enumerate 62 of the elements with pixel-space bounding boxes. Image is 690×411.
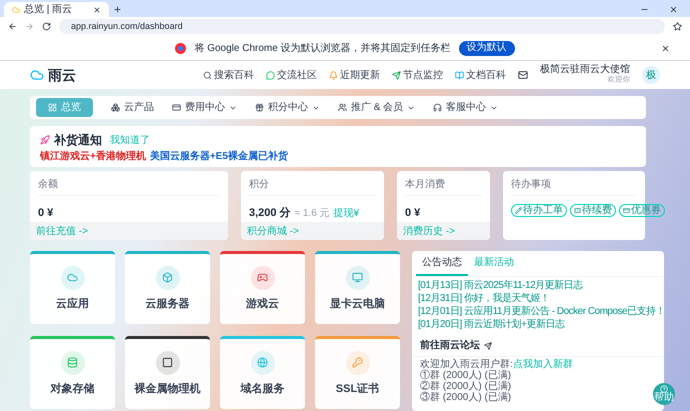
back-icon[interactable]	[8, 22, 17, 31]
nav-tab[interactable]: 推广 & 会员	[338, 98, 416, 118]
chrome-logo-icon	[175, 42, 186, 54]
forward-icon[interactable]	[25, 22, 34, 31]
close-icon[interactable]	[93, 6, 101, 14]
stat-value: 0 ¥	[405, 206, 420, 221]
bookmark-star-icon[interactable]	[673, 22, 682, 31]
group-info: ②群 (2000人) (已满)	[420, 381, 512, 392]
help-icon	[660, 385, 668, 393]
panel-tab[interactable]: 公告动态	[416, 251, 468, 276]
announcement-link[interactable]: [12月01日] 云应用11月更新公告 - Docker Compose已支持！	[418, 306, 666, 318]
todo-button[interactable]: 待续费	[570, 204, 616, 217]
nav-tab[interactable]: 费用中心	[172, 98, 237, 118]
announcement-link[interactable]: [12月31日] 你好，我是天气姬！	[418, 293, 550, 305]
logo-icon	[30, 68, 44, 82]
header-link[interactable]: 节点监控	[392, 68, 443, 82]
notice-text: 镇江游戏云+香港物理机 美国云服务器+E5裸金属已补货	[40, 149, 289, 164]
reload-icon[interactable]	[42, 22, 51, 31]
announcement-link[interactable]: [01月20日] 雨云近期计划+更新日志	[418, 319, 564, 331]
product-tile[interactable]: 裸金属物理机	[125, 336, 210, 409]
announcement-link[interactable]: [01月13日] 雨云2025年11-12月更新日志	[418, 280, 583, 292]
todo-button[interactable]: 待办工单	[511, 204, 567, 217]
site-logo[interactable]: 雨云	[48, 64, 76, 86]
product-tile[interactable]: 云服务器	[125, 251, 210, 324]
stat-note: ≈ 1.6 元	[294, 206, 330, 221]
send-icon	[484, 342, 492, 350]
header-link[interactable]: 搜索百科	[203, 68, 254, 82]
nav-tab[interactable]: 积分中心	[255, 98, 320, 118]
product-tile[interactable]: 显卡云电脑	[315, 251, 400, 324]
forum-title: 前往雨云论坛	[420, 338, 480, 353]
header-link[interactable]: 文档百科	[455, 68, 506, 82]
forum-intro: 欢迎加入雨云用户群:	[420, 359, 513, 370]
stat-title: 本月消费	[405, 170, 482, 196]
notice-title: 补货通知	[54, 132, 102, 150]
group-info: ①群 (2000人) (已满)	[420, 370, 512, 381]
group-info: ③群 (2000人) (已满)	[420, 392, 512, 403]
infobar-text: 将 Google Chrome 设为默认浏览器，并将其固定到任务栏	[194, 42, 451, 56]
stat-value: 0 ¥	[38, 206, 54, 221]
stat-title: 积分	[249, 170, 376, 196]
address-field[interactable]: app.rainyun.com/dashboard	[59, 19, 665, 34]
rocket-icon	[40, 135, 50, 146]
product-tile[interactable]: SSL证书	[315, 336, 400, 409]
close-icon[interactable]	[661, 44, 670, 52]
favicon-icon	[12, 6, 20, 14]
nav-tab[interactable]: 客服中心	[433, 98, 498, 118]
todo-title: 待办事项	[511, 170, 637, 196]
nav-tab[interactable]: 云产品	[111, 98, 154, 118]
tab-title: 总览 | 雨云	[24, 4, 74, 14]
browser-tab[interactable]: 总览 | 雨云	[4, 2, 109, 17]
user-name: 极简云驻雨云大使馆	[540, 65, 630, 75]
product-tile[interactable]: 对象存储	[30, 336, 115, 409]
product-tile[interactable]: 云应用	[30, 251, 115, 324]
header-link[interactable]: 近期更新	[329, 68, 380, 82]
stat-title: 余额	[38, 170, 220, 196]
product-tile[interactable]: 域名服务	[220, 336, 305, 409]
stat-value: 3,200 分	[249, 206, 291, 221]
new-tab-icon[interactable]	[113, 5, 122, 14]
close-window-icon[interactable]	[669, 5, 678, 14]
mail-icon[interactable]	[518, 70, 528, 80]
product-tile[interactable]: 游戏云	[220, 251, 305, 324]
header-link[interactable]: 交流社区	[266, 68, 317, 82]
set-default-button[interactable]: 设为默认	[458, 40, 515, 56]
